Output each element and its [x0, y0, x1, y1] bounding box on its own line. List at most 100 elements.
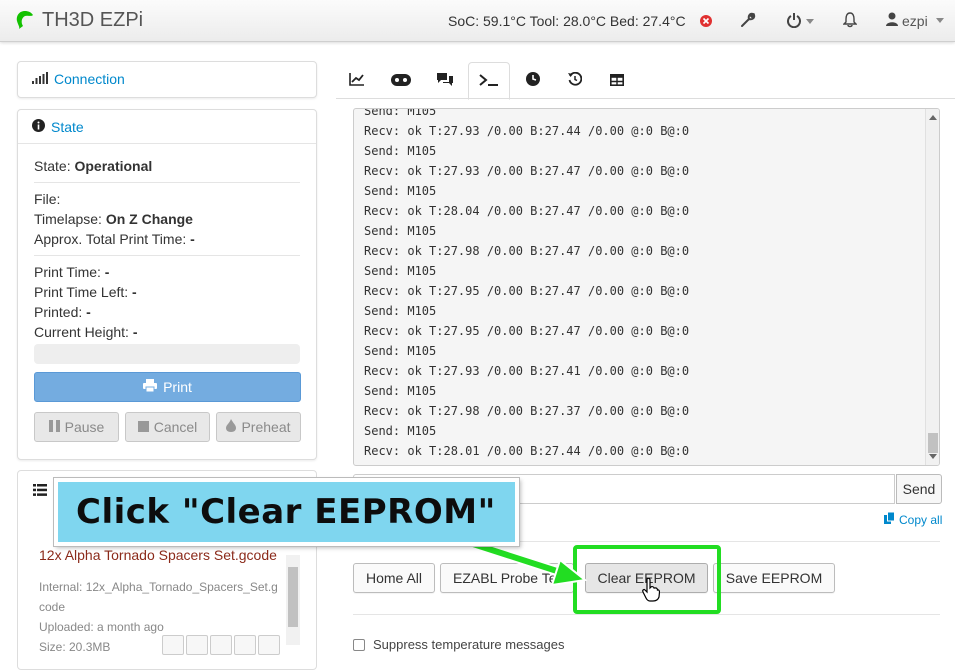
pause-button[interactable]: Pause	[34, 412, 119, 442]
tab-table[interactable]	[596, 62, 638, 99]
tab-history[interactable]	[554, 62, 596, 99]
file-action-buttons	[162, 635, 280, 655]
terminal-line: Recv: ok T:27.98 /0.00 B:27.47 /0.00 @:0…	[364, 244, 690, 258]
scroll-thumb[interactable]	[928, 433, 938, 453]
state-value: Operational	[74, 158, 153, 174]
timelapse-row: Timelapse: On Z Change	[34, 211, 193, 227]
terminal-line: Send: M105	[364, 224, 437, 238]
copy-icon	[884, 511, 895, 527]
approx-total-print-time-row: Approx. Total Print Time: -	[34, 231, 195, 247]
signal-icon	[32, 71, 48, 87]
tab-terminal[interactable]	[468, 62, 510, 100]
terminal-line: Send: M105	[364, 108, 437, 118]
terminal-line: Recv: ok T:28.01 /0.00 B:27.44 /0.00 @:0…	[364, 444, 690, 458]
terminal-output[interactable]: Send: M105 Recv: ok T:27.93 /0.00 B:27.44…	[353, 108, 940, 466]
print-time-left-row: Print Time Left: -	[34, 284, 137, 300]
user-menu[interactable]: ezpi	[886, 12, 944, 29]
state-row: State: Operational	[34, 158, 153, 174]
tab-control[interactable]	[380, 62, 422, 99]
tab-temperature[interactable]	[336, 62, 378, 99]
terminal-line: Recv: ok T:27.93 /0.00 B:27.41 /0.00 @:0…	[364, 364, 690, 378]
file-uploaded: Uploaded: a month ago	[39, 620, 164, 634]
preheat-button[interactable]: Preheat	[216, 412, 301, 442]
terminal-line: Recv: ok T:27.95 /0.00 B:27.47 /0.00 @:0…	[364, 284, 690, 298]
info-icon	[32, 118, 45, 135]
terminal-line: Recv: ok T:27.93 /0.00 B:27.47 /0.00 @:0…	[364, 164, 690, 178]
terminal-lines: Send: M105 Recv: ok T:27.93 /0.00 B:27.44…	[364, 108, 690, 461]
terminal-line: Send: M105	[364, 384, 437, 398]
power-icon	[786, 12, 802, 31]
brand[interactable]: TH3D EZPi	[14, 8, 143, 33]
file-name[interactable]: 12x Alpha Tornado Spacers Set.gcode	[39, 547, 277, 563]
terminal-line: Recv: ok T:27.98 /0.00 B:27.37 /0.00 @:0…	[364, 404, 690, 418]
copy-all-link[interactable]: Copy all	[884, 511, 942, 527]
connection-panel: Connection	[17, 61, 317, 98]
terminal-line: Send: M105	[364, 424, 437, 438]
terminal-line: Recv: ok T:28.04 /0.00 B:27.47 /0.00 @:0…	[364, 204, 690, 218]
home-all-button[interactable]: Home All	[353, 563, 435, 593]
terminal-line: Send: M105	[364, 344, 437, 358]
print-time-row: Print Time: -	[34, 264, 110, 280]
cancel-button[interactable]: Cancel	[125, 412, 210, 442]
power-menu[interactable]	[786, 12, 814, 31]
username: ezpi	[902, 12, 928, 29]
printer-icon	[143, 379, 158, 395]
file-move-button[interactable]	[234, 635, 256, 655]
connection-header[interactable]: Connection	[18, 62, 316, 96]
terminal-icon	[479, 73, 499, 90]
file-delete-button[interactable]	[210, 635, 232, 655]
state-panel: State State: Operational File: Timelapse…	[17, 109, 317, 460]
terminal-line: Recv: ok T:27.93 /0.00 B:27.44 /0.00 @:0…	[364, 124, 690, 138]
gamepad-icon	[391, 73, 411, 89]
terminal-line: Recv: ok T:27.95 /0.00 B:27.47 /0.00 @:0…	[364, 324, 690, 338]
user-icon	[886, 12, 898, 29]
save-eeprom-button[interactable]: Save EEPROM	[713, 563, 835, 593]
tab-timelapse[interactable]	[512, 62, 554, 99]
pause-icon	[48, 419, 60, 435]
terminal-line: Send: M105	[364, 264, 437, 278]
octopus-logo-icon	[14, 8, 36, 33]
ezabl-probe-test-button[interactable]: EZABL Probe Test	[440, 563, 574, 593]
chevron-down-icon	[935, 18, 944, 23]
instruction-callout: Click "Clear EEPROM"	[54, 478, 519, 546]
temperature-status: SoC: 59.1°C Tool: 28.0°C Bed: 27.4°C	[448, 13, 686, 29]
list-icon	[33, 483, 47, 499]
comments-icon	[436, 72, 454, 90]
state-header[interactable]: State	[18, 110, 316, 144]
line-chart-icon	[349, 72, 365, 89]
chevron-down-icon	[806, 19, 814, 24]
file-row: File:	[34, 191, 61, 207]
file-print-button[interactable]	[258, 635, 280, 655]
terminal-line: Send: M105	[364, 144, 437, 158]
file-internal-name-cont: code	[39, 600, 66, 614]
file-internal-name: Internal: 12x_Alpha_Tornado_Spacers_Set.…	[39, 580, 278, 594]
files-scrollbar[interactable]	[286, 555, 300, 645]
hand-cursor-icon	[642, 577, 661, 605]
send-button[interactable]: Send	[896, 474, 942, 504]
bell-icon[interactable]	[842, 12, 858, 31]
stop-icon	[137, 419, 149, 435]
terminal-line: Send: M105	[364, 304, 437, 318]
file-load-button[interactable]	[162, 635, 184, 655]
tab-gcode-viewer[interactable]	[424, 62, 466, 99]
scroll-down-arrow-icon[interactable]	[929, 454, 937, 459]
brand-name: TH3D EZPi	[42, 9, 144, 31]
scroll-up-arrow-icon[interactable]	[929, 115, 937, 120]
clock-icon	[526, 72, 540, 89]
terminal-line: Send: M105	[364, 184, 437, 198]
print-button[interactable]: Print	[34, 372, 301, 402]
print-progress-bar	[34, 344, 300, 364]
history-icon	[568, 71, 583, 89]
printed-row: Printed: -	[34, 304, 91, 320]
state-label: State	[51, 118, 84, 135]
file-download-button[interactable]	[186, 635, 208, 655]
error-icon[interactable]	[700, 14, 712, 30]
divider	[353, 614, 940, 615]
file-size: Size: 20.3MB	[39, 640, 111, 654]
tabs-divider	[336, 98, 955, 99]
current-height-row: Current Height: -	[34, 324, 138, 340]
wrench-icon[interactable]	[740, 12, 756, 31]
flame-icon	[226, 419, 237, 435]
navbar: TH3D EZPi SoC: 59.1°C Tool: 28.0°C Bed: …	[0, 0, 955, 42]
terminal-scrollbar[interactable]	[925, 109, 939, 465]
